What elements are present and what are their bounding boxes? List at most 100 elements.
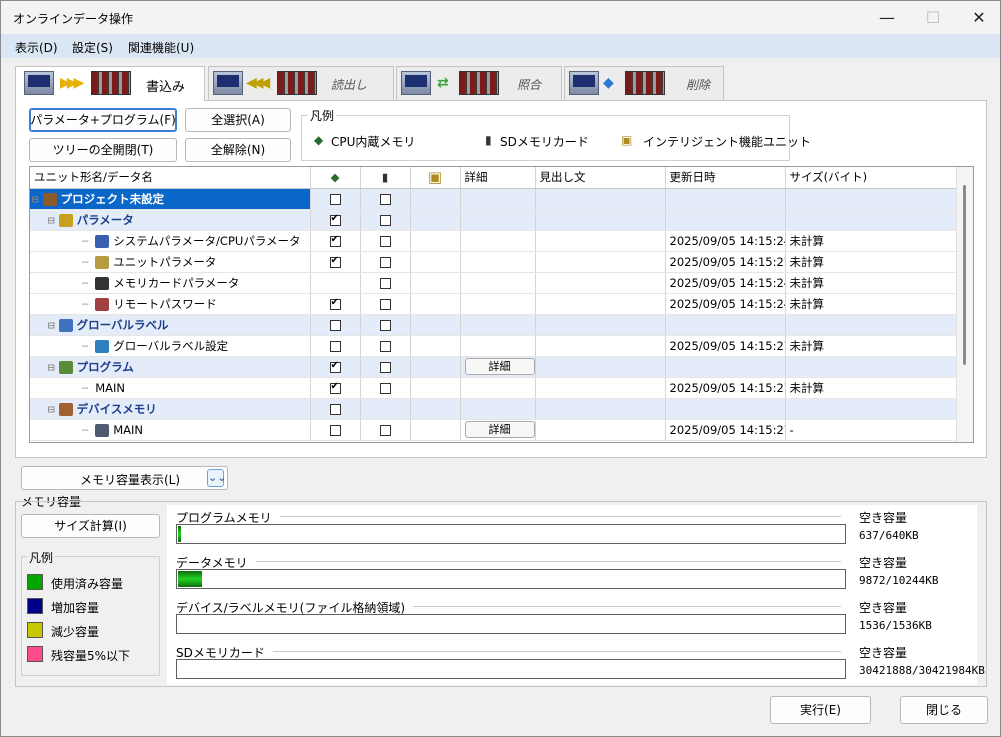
- table-row[interactable]: ┄ リモートパスワード 2025/09/05 14:15:24未計算: [30, 293, 958, 315]
- table-row[interactable]: ┄ グローバルラベル設定 2025/09/05 14:15:27 未計算: [30, 335, 958, 357]
- tree-toggle-icon[interactable]: ⊟: [48, 214, 55, 227]
- cpu-cell: [310, 377, 361, 399]
- tab-write[interactable]: ▶▶▶ 書込み: [15, 66, 205, 101]
- sd-checkbox[interactable]: [379, 298, 391, 310]
- detail-cell: [460, 251, 536, 273]
- memory-display-toggle[interactable]: メモリ容量表示(L) ⌄⌄: [21, 466, 228, 490]
- caption-cell: [535, 377, 666, 399]
- table-row[interactable]: ⊟ プログラム 詳細: [30, 356, 958, 378]
- table-row[interactable]: ┄ ユニットパラメータ 2025/09/05 14:15:27未計算: [30, 251, 958, 273]
- table-row[interactable]: ⊟ グローバルラベル: [30, 314, 958, 336]
- execute-button[interactable]: 実行(E): [770, 696, 871, 724]
- updated-cell: 2025/09/05 14:15:27: [665, 419, 786, 441]
- tab-verify[interactable]: ⇄ 照合: [396, 66, 562, 100]
- intelligent-cell: [410, 293, 461, 315]
- table-row[interactable]: ┄ システムパラメータ/CPUパラメータ 2025/09/05 14:15:24未…: [30, 230, 958, 252]
- deselect-all-button[interactable]: 全解除(N): [185, 138, 291, 162]
- item-icon: [58, 318, 73, 332]
- sd-checkbox[interactable]: [379, 319, 391, 331]
- cpu-checkbox[interactable]: [329, 403, 341, 415]
- size-cell: 未計算: [785, 272, 958, 294]
- sd-checkbox[interactable]: [379, 382, 391, 394]
- menu-settings[interactable]: 設定(S): [72, 39, 113, 56]
- plc-icon: [277, 71, 317, 95]
- sd-cell: [360, 356, 411, 378]
- sd-checkbox[interactable]: [379, 361, 391, 373]
- arrow-left-icon: ◀◀◀: [246, 75, 270, 91]
- cpu-checkbox[interactable]: [329, 213, 341, 226]
- table-row[interactable]: ┄ MAIN 2025/09/05 14:15:27未計算: [30, 377, 958, 399]
- sd-checkbox[interactable]: [379, 235, 391, 247]
- scrollbar-thumb[interactable]: [963, 185, 966, 365]
- table-header: ユニット形名/データ名 ◆ ▮ ▣ 詳細 見出し文 更新日時 サイズ(バイト): [30, 167, 958, 189]
- table-row[interactable]: ⊟ プロジェクト未設定: [30, 188, 958, 210]
- detail-cell: [460, 230, 536, 252]
- caption-cell: [535, 293, 666, 315]
- cpu-checkbox[interactable]: [329, 340, 341, 352]
- cpu-checkbox[interactable]: [329, 255, 341, 268]
- cpu-checkbox[interactable]: [329, 424, 341, 436]
- cpu-checkbox[interactable]: [329, 360, 341, 373]
- minimize-button[interactable]: —: [864, 1, 910, 34]
- size-cell: 未計算: [785, 251, 958, 273]
- menu-related[interactable]: 関連機能(U): [128, 39, 194, 56]
- close-button[interactable]: ✕: [956, 1, 1001, 34]
- item-icon: [95, 234, 110, 248]
- cpu-checkbox[interactable]: [329, 193, 341, 205]
- tab-read[interactable]: ◀◀◀ 読出し: [208, 66, 394, 100]
- sd-checkbox[interactable]: [379, 277, 391, 289]
- maximize-button[interactable]: ☐: [910, 1, 956, 34]
- row-name-cell: ⊟ パラメータ: [30, 209, 311, 231]
- cpu-checkbox[interactable]: [329, 297, 341, 310]
- size-cell: [785, 398, 958, 420]
- detail-cell: [460, 209, 536, 231]
- double-chevron-down-icon[interactable]: ⌄⌄: [207, 469, 226, 487]
- size-cell: [785, 188, 958, 210]
- table-row[interactable]: ⊟ デバイスメモリ: [30, 398, 958, 420]
- section-divider: [413, 606, 841, 607]
- section-divider: [255, 561, 841, 562]
- tree-toggle-icon[interactable]: ⊟: [48, 403, 55, 416]
- row-name-cell: ┄ ユニットパラメータ: [30, 251, 311, 273]
- size-calc-button[interactable]: サイズ計算(I): [21, 514, 160, 538]
- cpu-checkbox[interactable]: [329, 319, 341, 331]
- tree-toggle-icon[interactable]: ⊟: [32, 193, 39, 206]
- detail-cell: [460, 293, 536, 315]
- cpu-cell: [310, 356, 361, 378]
- header-name[interactable]: ユニット形名/データ名: [30, 167, 311, 189]
- sd-cell: [360, 398, 411, 420]
- sd-checkbox[interactable]: [379, 193, 391, 205]
- table-row[interactable]: ┄ メモリカードパラメータ 2025/09/05 14:15:24 未計算: [30, 272, 958, 294]
- detail-button[interactable]: 詳細: [464, 358, 534, 375]
- updated-cell: 2025/09/05 14:15:27: [665, 377, 786, 399]
- cpu-checkbox[interactable]: [329, 234, 341, 247]
- close-dialog-button[interactable]: 閉じる: [900, 696, 988, 724]
- sd-checkbox[interactable]: [379, 340, 391, 352]
- cpu-checkbox[interactable]: [329, 381, 341, 394]
- menu-view[interactable]: 表示(D): [15, 39, 58, 56]
- sd-cell: [360, 272, 411, 294]
- tab-delete[interactable]: ◆ 削除: [564, 66, 724, 100]
- tree-toggle-icon[interactable]: ⊟: [48, 361, 55, 374]
- memory-usage-bar: [176, 524, 846, 544]
- cpu-cell: [310, 314, 361, 336]
- row-name: MAIN: [95, 380, 126, 395]
- row-name-cell: ┄ MAIN: [30, 419, 311, 441]
- table-row[interactable]: ┄ MAIN 詳細 2025/09/05 14:15:27-: [30, 419, 958, 441]
- detail-button[interactable]: 詳細: [464, 421, 534, 438]
- sd-checkbox[interactable]: [379, 424, 391, 436]
- tree-toggle-icon[interactable]: ⊟: [48, 319, 55, 332]
- row-name: リモートパスワード: [113, 296, 217, 311]
- eraser-icon: ◆: [603, 75, 614, 91]
- sd-checkbox[interactable]: [379, 256, 391, 268]
- tree-expand-button[interactable]: ツリーの全開閉(T): [29, 138, 177, 162]
- param-program-button[interactable]: パラメータ+プログラム(F): [29, 108, 177, 132]
- tree-line-icon: ┄: [82, 381, 96, 395]
- updated-cell: 2025/09/05 14:15:24: [665, 293, 786, 315]
- sd-checkbox[interactable]: [379, 214, 391, 226]
- table-row[interactable]: ⊟ パラメータ: [30, 209, 958, 231]
- row-name: ユニットパラメータ: [113, 254, 217, 269]
- intelligent-cell: [410, 377, 461, 399]
- vertical-scrollbar[interactable]: [956, 167, 973, 442]
- select-all-button[interactable]: 全選択(A): [185, 108, 291, 132]
